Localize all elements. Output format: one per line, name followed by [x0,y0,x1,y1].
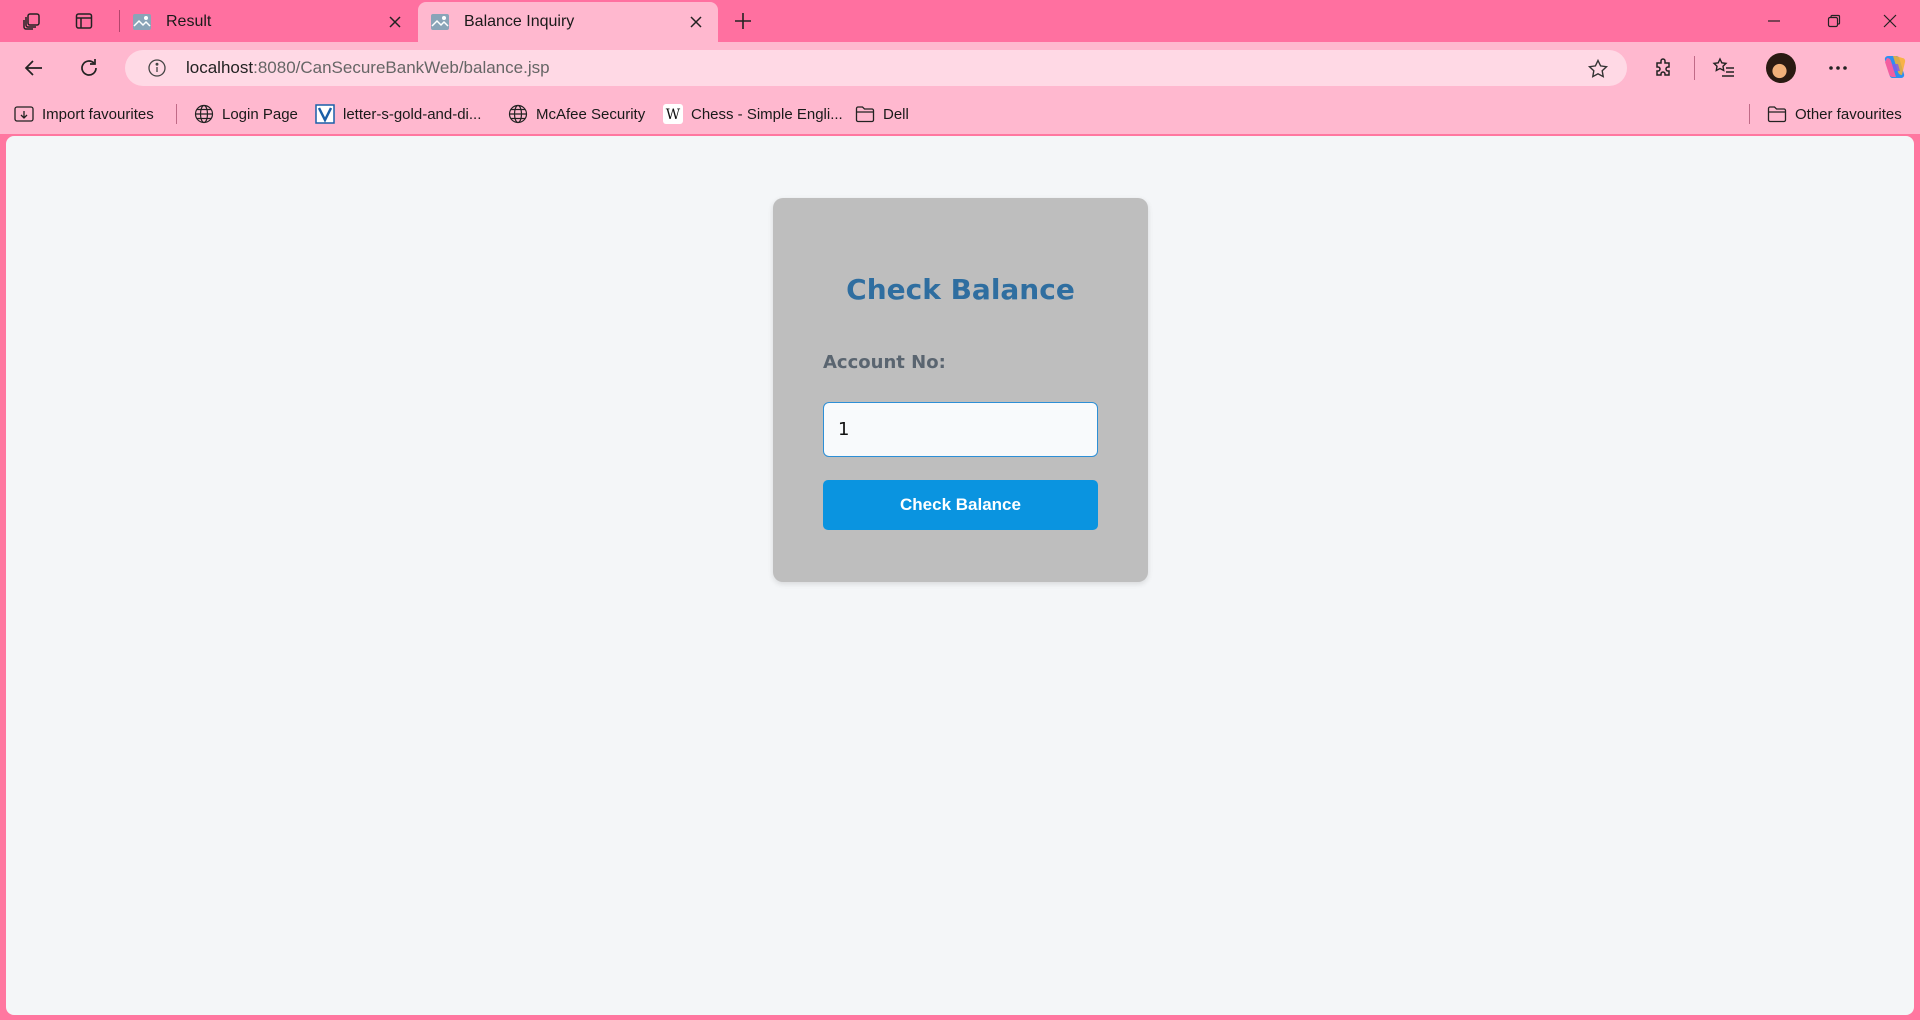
close-tab-icon[interactable] [385,12,405,32]
account-number-label: Account No: [823,352,946,373]
folder-icon [1767,104,1787,124]
tab-balance-inquiry[interactable]: Balance Inquiry [418,2,718,42]
tab-strip: Result Balance Inquiry [0,0,1920,42]
favorite-label: Chess - Simple Engli... [691,105,843,123]
refresh-icon [81,59,97,76]
refresh-button[interactable] [71,50,107,86]
toolbar-separator [1694,56,1695,80]
puzzle-icon [1656,58,1670,76]
tab-result[interactable]: Result [120,2,417,42]
wikipedia-icon: W [663,104,683,124]
url-path: :8080/CanSecureBankWeb/balance.jsp [253,58,550,77]
page-favicon-icon [431,14,449,30]
close-icon [1883,14,1897,28]
close-tab-icon[interactable] [686,12,706,32]
favorite-chess[interactable]: W Chess - Simple Engli... [663,94,843,134]
favorite-label: Login Page [222,105,298,123]
favorite-login-page[interactable]: Login Page [194,94,298,134]
restore-button[interactable] [1804,0,1864,42]
favorite-label: letter-s-gold-and-di... [343,105,482,123]
workspaces-button[interactable] [12,6,52,36]
tab-actions-icon [75,13,93,29]
back-button[interactable] [16,50,52,86]
folder-icon [855,104,875,124]
favorites-separator [176,104,177,124]
tab-title: Balance Inquiry [464,13,575,30]
settings-more-button[interactable] [1820,50,1856,86]
minimize-icon [1768,20,1780,22]
favorites-bar: Import favourites Login Page letter-s-go… [0,94,1920,134]
copilot-icon[interactable] [1879,52,1909,82]
extensions-button[interactable] [1646,50,1682,86]
workspaces-icon [23,13,40,30]
favorites-separator [1749,104,1750,124]
plus-icon [735,13,751,29]
url-text[interactable]: localhost:8080/CanSecureBankWeb/balance.… [186,50,550,86]
favorite-import[interactable]: Import favourites [14,94,154,134]
back-arrow-icon [24,60,42,76]
minimize-button[interactable] [1744,0,1804,42]
letter-v-favicon [315,104,335,124]
page-viewport: Check Balance Account No: Check Balance [6,136,1914,1015]
account-number-input[interactable] [823,402,1098,457]
url-host: localhost [186,58,254,77]
favorite-label: McAfee Security [536,105,646,123]
favorites-list-icon [1712,57,1734,77]
check-balance-button[interactable]: Check Balance [823,480,1098,530]
favorite-letter-s[interactable]: letter-s-gold-and-di... [315,94,481,134]
favorite-dell-folder[interactable]: Dell [855,94,909,134]
balance-card: Check Balance Account No: Check Balance [773,198,1148,582]
other-favorites-folder[interactable]: Other favourites [1767,94,1902,134]
other-favorites-label: Other favourites [1795,105,1902,123]
globe-icon [508,104,528,124]
favorite-mcafee[interactable]: McAfee Security [508,94,645,134]
address-bar[interactable]: localhost:8080/CanSecureBankWeb/balance.… [125,50,1627,86]
favorites-button[interactable] [1706,50,1742,86]
svg-text:W: W [666,107,681,123]
page-title: Check Balance [846,273,1075,306]
more-dots-icon [1829,66,1847,70]
favorite-label: Import favourites [42,105,154,123]
favorite-star-icon[interactable] [1587,58,1609,80]
site-info-icon[interactable] [147,58,167,78]
favorite-label: Dell [883,105,909,123]
new-tab-button[interactable] [723,6,763,36]
page-favicon-icon [133,14,151,30]
import-icon [14,104,34,124]
globe-icon [194,104,214,124]
profile-avatar[interactable] [1766,53,1796,83]
vertical-tabs-button[interactable] [64,6,104,36]
close-window-button[interactable] [1860,0,1920,42]
navigation-toolbar: localhost:8080/CanSecureBankWeb/balance.… [0,42,1920,94]
tab-title: Result [166,13,212,30]
restore-icon [1827,14,1841,28]
